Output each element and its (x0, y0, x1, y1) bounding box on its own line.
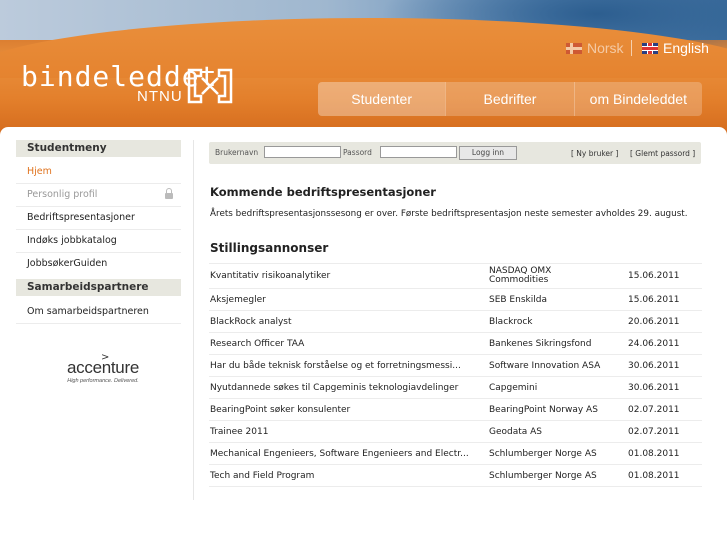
forgot-password-link[interactable]: [ Glemt passord ] (630, 149, 695, 158)
job-title: BlackRock analyst (209, 310, 489, 333)
job-title: Kvantitativ risikoanalytiker (209, 263, 489, 289)
table-row[interactable]: Tech and Field Program Schlumberger Norge… (209, 464, 702, 487)
table-row[interactable]: Nyutdannede søkes til Capgeminis teknolo… (209, 376, 702, 399)
uk-flag-icon (642, 42, 658, 54)
partners-title: Samarbeidspartnere (16, 279, 181, 296)
job-title: Nyutdannede søkes til Capgeminis teknolo… (209, 376, 489, 399)
job-company: SEB Enskilda (489, 288, 628, 311)
table-row[interactable]: BlackRock analyst Blackrock 20.06.2011 (209, 310, 702, 333)
table-row[interactable]: BearingPoint søker konsulenter BearingPoi… (209, 398, 702, 421)
job-company: Capgemini (489, 376, 628, 399)
presentations-title: Kommende bedriftspresentasjoner (210, 185, 436, 199)
site-header: Norsk English bindeleddet NTNU Studenter… (0, 0, 727, 135)
sidebar-item-personlig-profil[interactable]: Personlig profil (16, 184, 181, 207)
jobs-table: Kvantitativ risikoanalytiker NASDAQ OMX Co… (209, 263, 702, 487)
job-date: 30.06.2011 (628, 376, 702, 399)
job-title: BearingPoint søker konsulenter (209, 398, 489, 421)
sponsor-logo[interactable]: > accenture High performance. Delivered. (58, 352, 148, 384)
table-row[interactable]: Aksjemegler SEB Enskilda 15.06.2011 (209, 288, 702, 311)
password-label: Passord (343, 148, 372, 157)
job-date: 02.07.2011 (628, 398, 702, 421)
lang-english-link[interactable]: English (642, 40, 709, 56)
sidebar-item-label: Personlig profil (27, 189, 98, 200)
job-company: Blackrock (489, 310, 628, 333)
job-date: 20.06.2011 (628, 310, 702, 333)
norway-flag-icon (566, 42, 582, 54)
new-user-link[interactable]: [ Ny bruker ] (571, 149, 618, 158)
student-menu-title: Studentmeny (16, 140, 181, 157)
sponsor-tagline: High performance. Delivered. (67, 378, 139, 384)
login-button[interactable]: Logg inn (459, 146, 517, 160)
job-date: 01.08.2011 (628, 442, 702, 465)
job-date: 01.08.2011 (628, 464, 702, 487)
job-date: 24.06.2011 (628, 332, 702, 355)
job-title: Mechanical Engenieers, Software Engeniee… (209, 442, 489, 465)
sidebar: Studentmeny Hjem Personlig profil Bedrif… (16, 140, 181, 324)
job-date: 30.06.2011 (628, 354, 702, 377)
table-row[interactable]: Trainee 2011 Geodata AS 02.07.2011 (209, 420, 702, 443)
job-date: 15.06.2011 (628, 288, 702, 311)
main-nav: Studenter Bedrifter om Bindeleddet (318, 82, 702, 116)
nav-bedrifter[interactable]: Bedrifter (445, 82, 573, 116)
sidebar-item-jobbsokerguiden[interactable]: JobbsøkerGuiden (16, 253, 181, 275)
lang-norsk-link[interactable]: Norsk (566, 40, 624, 56)
jobs-title: Stillingsannonser (210, 241, 329, 255)
lang-separator (631, 40, 632, 56)
password-input[interactable] (380, 146, 457, 158)
username-label: Brukernavn (215, 148, 259, 157)
lock-icon (165, 188, 173, 199)
login-bar: Brukernavn Passord Logg inn [ Ny bruker … (209, 142, 701, 164)
job-title: Research Officer TAA (209, 332, 489, 355)
job-title: Tech and Field Program (209, 464, 489, 487)
lang-english-label: English (663, 40, 709, 56)
table-row[interactable]: Kvantitativ risikoanalytiker NASDAQ OMX Co… (209, 263, 702, 289)
lang-norsk-label: Norsk (587, 40, 624, 56)
partners-menu: Om samarbeidspartneren (16, 301, 181, 324)
chain-link-logo-icon (187, 68, 233, 104)
accenture-chevron-icon: > (101, 352, 110, 363)
job-date: 15.06.2011 (628, 263, 702, 289)
username-input[interactable] (264, 146, 341, 158)
sidebar-item-hjem[interactable]: Hjem (16, 161, 181, 184)
sidebar-item-indoks-jobbkatalog[interactable]: Indøks jobbkatalog (16, 230, 181, 253)
table-row[interactable]: Har du både teknisk forståelse og et for… (209, 354, 702, 377)
job-date: 02.07.2011 (628, 420, 702, 443)
job-company: Software Innovation ASA (489, 354, 628, 377)
table-row[interactable]: Research Officer TAA Bankenes Sikringsfon… (209, 332, 702, 355)
sidebar-item-bedriftspresentasjoner[interactable]: Bedriftspresentasjoner (16, 207, 181, 230)
job-title: Aksjemegler (209, 288, 489, 311)
job-company: Geodata AS (489, 420, 628, 443)
student-menu: Hjem Personlig profil Bedriftspresentasj… (16, 161, 181, 275)
sidebar-item-om-samarbeidspartneren[interactable]: Om samarbeidspartneren (16, 301, 181, 324)
column-divider (193, 140, 194, 500)
nav-studenter[interactable]: Studenter (318, 82, 446, 116)
nav-om-bindeleddet[interactable]: om Bindeleddet (573, 82, 702, 116)
site-logo-sub: NTNU (137, 88, 183, 105)
job-company: Schlumberger Norge AS (489, 464, 628, 487)
job-company: Schlumberger Norge AS (489, 442, 628, 465)
presentations-text: Årets bedriftspresentasjonssesong er ove… (210, 209, 688, 219)
job-company: NASDAQ OMX Commodities (489, 263, 628, 289)
job-company: BearingPoint Norway AS (489, 398, 628, 421)
job-title: Trainee 2011 (209, 420, 489, 443)
table-row[interactable]: Mechanical Engenieers, Software Engeniee… (209, 442, 702, 465)
job-company: Bankenes Sikringsfond (489, 332, 628, 355)
job-title: Har du både teknisk forståelse og et for… (209, 354, 489, 377)
